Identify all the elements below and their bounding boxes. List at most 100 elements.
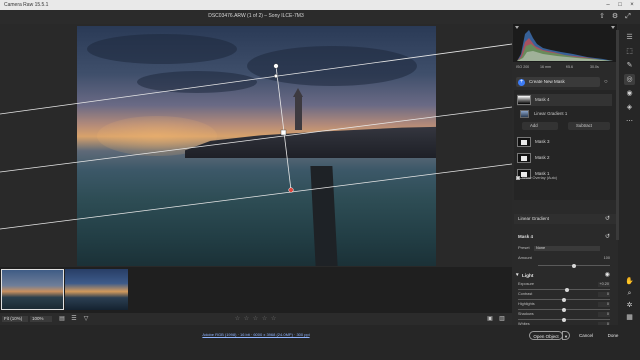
redeye-icon[interactable]: ◉ [624, 88, 635, 99]
file-title: DSC03476.ARW (1 of 2) – Sony ILCE-7M3 [208, 13, 304, 19]
compare-icon[interactable]: ▥ [498, 315, 506, 323]
status-bar: Fit (10%) 100% ▤ ☰ ▽ ☆ ☆ ☆ ☆ ☆ ▣ ▥ [0, 313, 512, 325]
amount-slider[interactable] [514, 258, 616, 269]
iso-value: ISO 200 [516, 65, 530, 69]
slider-knob[interactable] [562, 317, 566, 322]
slider-value[interactable]: 0 [598, 292, 610, 297]
add-mask-button[interactable]: Add [522, 122, 562, 130]
maximize-icon[interactable]: □ [614, 0, 626, 10]
mask-title: Mask 4 [518, 234, 534, 239]
heal-icon[interactable]: ✎ [624, 60, 635, 71]
workflow-options-link[interactable]: Adobe RGB (1998) · 16 bit · 6000 x 3968 … [0, 332, 512, 337]
shutter-speed: 30.0s [590, 65, 599, 69]
tool-strip: ☰ ⬚ ✎ ◎ ◉ ◈ ⋯ ✋ ⌕ ✲ ▦ [619, 24, 640, 325]
create-new-mask-button[interactable]: + Create New Mask [516, 77, 600, 87]
light-section-header[interactable]: ▾ Light ◉ [514, 271, 616, 280]
open-object-button[interactable]: Open Object [529, 331, 563, 340]
slider-knob[interactable] [562, 307, 566, 312]
preset-row: Preset None [514, 244, 616, 252]
mask-thumbnail [517, 137, 531, 147]
filmstrip-toggle-icon[interactable]: ▤ [58, 315, 66, 323]
open-options-chevron-icon[interactable]: ▾ [562, 331, 570, 340]
gradient-top-line[interactable] [0, 43, 512, 115]
close-icon[interactable]: × [626, 0, 638, 10]
linear-gradient-component[interactable]: Linear Gradient 1 [520, 108, 614, 120]
settings-icon[interactable]: ⚙ [610, 12, 620, 22]
star-rating[interactable]: ☆ ☆ ☆ ☆ ☆ [232, 315, 280, 323]
slider-value[interactable]: +0.20 [598, 282, 610, 287]
subtract-label: Subtract [576, 123, 593, 128]
slider-value[interactable]: 0 [598, 302, 610, 307]
slider-value[interactable]: 0 [598, 322, 610, 325]
export-icon[interactable]: ⇧ [597, 12, 607, 22]
zoom-icon[interactable]: ⌕ [624, 288, 635, 299]
right-panel: ISO 200 16 mm f/5.6 30.0s + Create New M… [512, 24, 618, 325]
visibility-icon[interactable]: ◉ [605, 271, 610, 280]
mask-options-icon[interactable]: ○ [604, 79, 608, 85]
edit-icon[interactable]: ☰ [624, 32, 635, 43]
sort-icon[interactable]: ☰ [70, 315, 78, 323]
slider-knob[interactable] [564, 287, 569, 292]
more-icon[interactable]: ⋯ [624, 116, 635, 127]
show-overlay-label: Show Overlay [522, 176, 546, 180]
subtract-mask-button[interactable]: Subtract [568, 122, 610, 130]
gradient-rotate-handle[interactable] [274, 74, 279, 79]
mask-item-3[interactable]: Mask 3 [517, 136, 612, 148]
preset-select[interactable]: None [534, 245, 600, 251]
gradient-center-line[interactable] [0, 106, 512, 173]
aperture: f/5.6 [566, 65, 573, 69]
mask-menu-icon[interactable]: ↺ [605, 232, 610, 242]
mask-thumbnail [517, 153, 531, 163]
fullscreen-icon[interactable]: ⤢ [623, 12, 633, 22]
create-mask-label: Create New Mask [529, 79, 565, 84]
grid-icon[interactable]: ▦ [624, 312, 635, 323]
filmstrip-thumb-selected[interactable] [1, 269, 64, 310]
mask-item-2[interactable]: Mask 2 [517, 152, 612, 164]
slider-knob[interactable] [572, 263, 576, 268]
mask-icon[interactable]: ◎ [624, 74, 635, 85]
mask-name-header[interactable]: Mask 4 ↺ [514, 232, 616, 242]
slider-knob[interactable] [562, 297, 566, 302]
gradient-top-handle[interactable] [273, 63, 279, 69]
slider-label: Exposure [518, 282, 535, 286]
zoom-percent-select[interactable]: 100% [30, 316, 52, 322]
minimize-icon[interactable]: – [602, 0, 614, 10]
filter-icon[interactable]: ▽ [82, 315, 90, 323]
section-title: Linear Gradient [518, 216, 550, 221]
presets-icon[interactable]: ◈ [624, 102, 635, 113]
histogram[interactable] [513, 24, 617, 62]
gradient-thumbnail [520, 110, 529, 118]
gradient-bottom-line[interactable] [0, 163, 512, 230]
sampler-icon[interactable]: ✲ [624, 300, 635, 311]
show-overlay-checkbox[interactable]: Show Overlay (Auto) [514, 175, 614, 181]
slider-whites[interactable]: Whites 0 [514, 322, 616, 325]
zoom-fit-select[interactable]: Fit (10%) [2, 316, 28, 322]
filmstrip [0, 267, 512, 313]
footer-bar: Adobe RGB (1998) · 16 bit · 6000 x 3968 … [0, 325, 640, 360]
reset-icon[interactable]: ↺ [605, 214, 610, 224]
plus-icon: + [518, 78, 525, 86]
linear-gradient-overlay[interactable] [0, 24, 512, 267]
slider-label: Shadows [518, 312, 534, 316]
slider-label: Highlights [518, 302, 535, 306]
before-after-icon[interactable]: ▣ [486, 315, 494, 323]
hand-icon[interactable]: ✋ [624, 276, 635, 287]
mask-item-4[interactable]: Mask 4 [517, 94, 612, 106]
mask-thumbnail [517, 95, 531, 105]
gradient-rotation-axis[interactable] [275, 65, 292, 191]
title-bar: Camera Raw 15.5.1 – □ × [0, 0, 640, 10]
chevron-down-icon: ▾ [516, 272, 519, 278]
crop-icon[interactable]: ⬚ [624, 46, 635, 57]
done-button[interactable]: Done [602, 331, 624, 340]
slider-value[interactable]: 0 [598, 312, 610, 317]
cancel-button[interactable]: Cancel [576, 331, 596, 340]
filmstrip-thumb[interactable] [65, 269, 128, 310]
slider-label: Whites [518, 322, 530, 325]
mask-label: Mask 3 [535, 139, 550, 144]
add-label: Add [530, 123, 538, 128]
image-canvas[interactable] [0, 24, 512, 267]
gradient-center-pin[interactable] [280, 129, 287, 136]
linear-gradient-header[interactable]: Linear Gradient ↺ [514, 214, 616, 224]
focal-length: 16 mm [540, 65, 551, 69]
gradient-bottom-handle[interactable] [288, 187, 294, 193]
